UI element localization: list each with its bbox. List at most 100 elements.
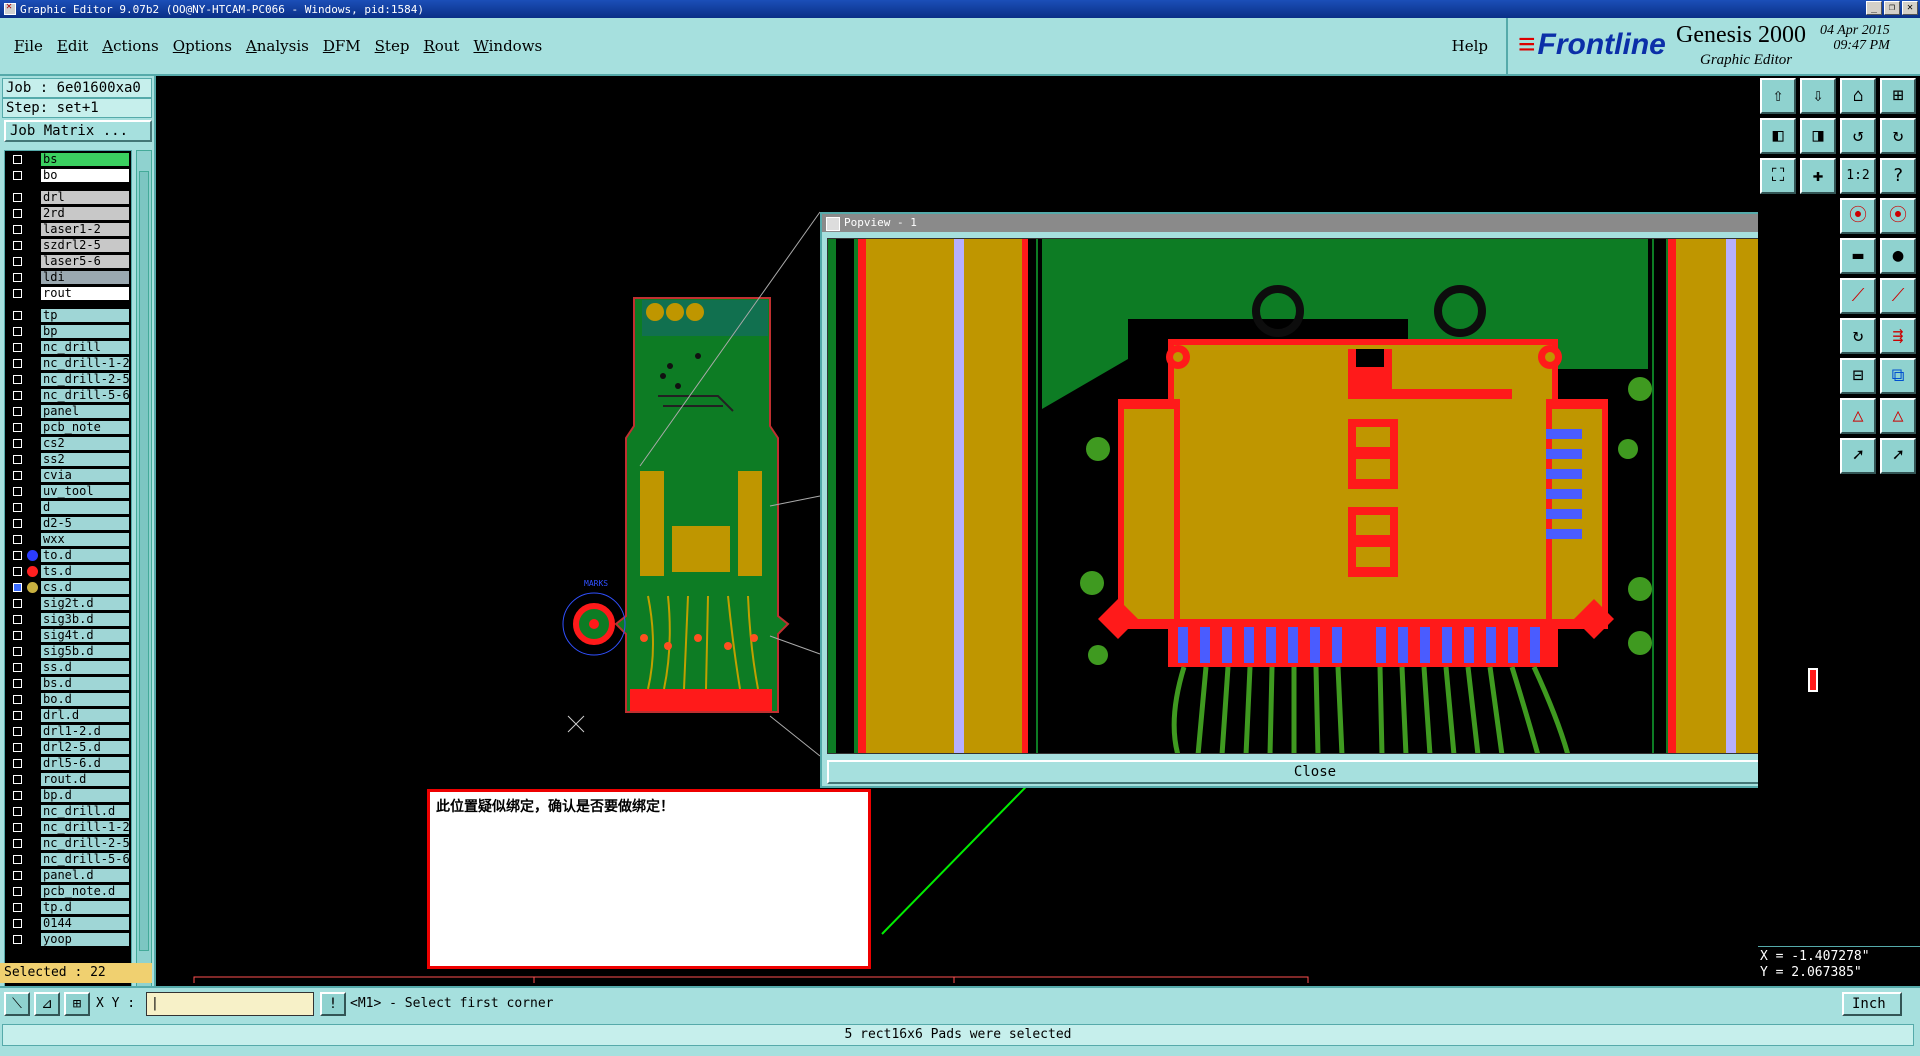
layer-name[interactable]: rout.d	[41, 773, 129, 786]
layer-row[interactable]: bs	[5, 153, 131, 167]
layer-checkbox[interactable]	[13, 311, 22, 320]
layer-name[interactable]: drl2-5.d	[41, 741, 129, 754]
menu-options[interactable]: Options	[173, 37, 232, 55]
layer-row[interactable]: nc_drill-2-5	[5, 837, 131, 851]
layer-name[interactable]: ss2	[41, 453, 129, 466]
tool-scale[interactable]: 1:2	[1840, 158, 1876, 194]
layer-name[interactable]: szdrl2-5	[41, 239, 129, 252]
layer-row[interactable]: bs.d	[5, 677, 131, 691]
tool-net[interactable]: ⦿	[1880, 198, 1916, 234]
layer-name[interactable]: d2-5	[41, 517, 129, 530]
tool-help[interactable]: ?	[1880, 158, 1916, 194]
tool-open[interactable]: ⇧	[1760, 78, 1796, 114]
layer-checkbox[interactable]	[13, 807, 22, 816]
layer-checkbox[interactable]	[13, 289, 22, 298]
tool-select-2[interactable]: ➚	[1880, 438, 1916, 474]
layer-name[interactable]: ss.d	[41, 661, 129, 674]
layer-checkbox[interactable]	[13, 455, 22, 464]
snap-tool-2[interactable]: ⊿	[34, 992, 60, 1016]
layer-name[interactable]: nc_drill-1-2	[41, 357, 129, 370]
layer-row[interactable]: sig4t.d	[5, 629, 131, 643]
layer-color-icon[interactable]	[27, 550, 38, 561]
tool-measure[interactable]: ⦿	[1840, 198, 1876, 234]
menu-actions[interactable]: Actions	[102, 37, 158, 55]
layer-checkbox[interactable]	[13, 171, 22, 180]
layer-checkbox[interactable]	[13, 439, 22, 448]
layer-row[interactable]: nc_drill-5-6	[5, 389, 131, 403]
layer-row[interactable]: nc_drill.d	[5, 805, 131, 819]
layer-row[interactable]: sig3b.d	[5, 613, 131, 627]
tool-connect[interactable]: ⟋	[1880, 278, 1916, 314]
layer-row[interactable]: nc_drill-5-6	[5, 853, 131, 867]
job-matrix-button[interactable]: Job Matrix ...	[4, 120, 152, 142]
layer-row[interactable]: 0144	[5, 917, 131, 931]
layer-row[interactable]: laser1-2	[5, 223, 131, 237]
layer-checkbox[interactable]	[13, 551, 22, 560]
layer-name[interactable]: bo	[41, 169, 129, 182]
menu-analysis[interactable]: Analysis	[246, 37, 309, 55]
menu-rout[interactable]: Rout	[423, 37, 459, 55]
layer-name[interactable]: laser5-6	[41, 255, 129, 268]
layer-list-scrollbar[interactable]	[136, 150, 152, 1030]
layer-name[interactable]: pcb_note.d	[41, 885, 129, 898]
layer-checkbox[interactable]	[13, 599, 22, 608]
layer-row[interactable]: panel.d	[5, 869, 131, 883]
layer-row[interactable]: laser5-6	[5, 255, 131, 269]
layer-name[interactable]: ldi	[41, 271, 129, 284]
layer-checkbox[interactable]	[13, 503, 22, 512]
layer-checkbox[interactable]	[13, 155, 22, 164]
layer-checkbox[interactable]	[13, 391, 22, 400]
layer-name[interactable]: cs.d	[41, 581, 129, 594]
layer-name[interactable]: to.d	[41, 549, 129, 562]
layer-row[interactable]: bp	[5, 325, 131, 339]
layer-checkbox[interactable]	[13, 663, 22, 672]
layer-name[interactable]: 0144	[41, 917, 129, 930]
layer-checkbox[interactable]	[13, 359, 22, 368]
layer-row[interactable]: bo.d	[5, 693, 131, 707]
layer-row[interactable]: wxx	[5, 533, 131, 547]
layer-name[interactable]: sig3b.d	[41, 613, 129, 626]
layer-name[interactable]: rout	[41, 287, 129, 300]
layer-checkbox[interactable]	[13, 567, 22, 576]
layer-row[interactable]: d	[5, 501, 131, 515]
menu-step[interactable]: Step	[375, 37, 410, 55]
layer-checkbox[interactable]	[13, 487, 22, 496]
layer-row[interactable]: drl5-6.d	[5, 757, 131, 771]
layer-name[interactable]: cs2	[41, 437, 129, 450]
layer-checkbox[interactable]	[13, 903, 22, 912]
layer-row[interactable]: pcb_note	[5, 421, 131, 435]
layer-name[interactable]: sig4t.d	[41, 629, 129, 642]
layer-row[interactable]: 2rd	[5, 207, 131, 221]
layer-name[interactable]: tp.d	[41, 901, 129, 914]
layer-checkbox[interactable]	[13, 375, 22, 384]
layer-color-icon[interactable]	[27, 566, 38, 577]
layer-row[interactable]: yoop	[5, 933, 131, 947]
layer-row[interactable]: ldi	[5, 271, 131, 285]
layer-checkbox[interactable]	[13, 519, 22, 528]
tool-pan-left[interactable]: ◧	[1760, 118, 1796, 154]
layer-row[interactable]: cvia	[5, 469, 131, 483]
menu-edit[interactable]: Edit	[57, 37, 88, 55]
tool-triangle-2[interactable]: △	[1880, 398, 1916, 434]
layer-checkbox[interactable]	[13, 407, 22, 416]
xy-input[interactable]: |	[146, 992, 314, 1016]
layer-row[interactable]: rout	[5, 287, 131, 301]
layer-checkbox[interactable]	[13, 583, 22, 592]
layer-name[interactable]: 2rd	[41, 207, 129, 220]
layer-checkbox[interactable]	[13, 935, 22, 944]
layer-checkbox[interactable]	[13, 209, 22, 218]
layer-checkbox[interactable]	[13, 193, 22, 202]
layer-row[interactable]: cs2	[5, 437, 131, 451]
layer-name[interactable]: nc_drill-1-2	[41, 821, 129, 834]
layer-checkbox[interactable]	[13, 871, 22, 880]
layer-name[interactable]: bo.d	[41, 693, 129, 706]
layer-checkbox[interactable]	[13, 791, 22, 800]
tool-redo[interactable]: ↻	[1880, 118, 1916, 154]
layer-name[interactable]: drl1-2.d	[41, 725, 129, 738]
maximize-icon[interactable]: ❐	[1884, 1, 1900, 15]
tool-line[interactable]: ⟋	[1840, 278, 1876, 314]
layer-checkbox[interactable]	[13, 759, 22, 768]
tool-select[interactable]: ➚	[1840, 438, 1876, 474]
snap-tool-3[interactable]: ⊞	[64, 992, 90, 1016]
tool-home[interactable]: ⌂	[1840, 78, 1876, 114]
